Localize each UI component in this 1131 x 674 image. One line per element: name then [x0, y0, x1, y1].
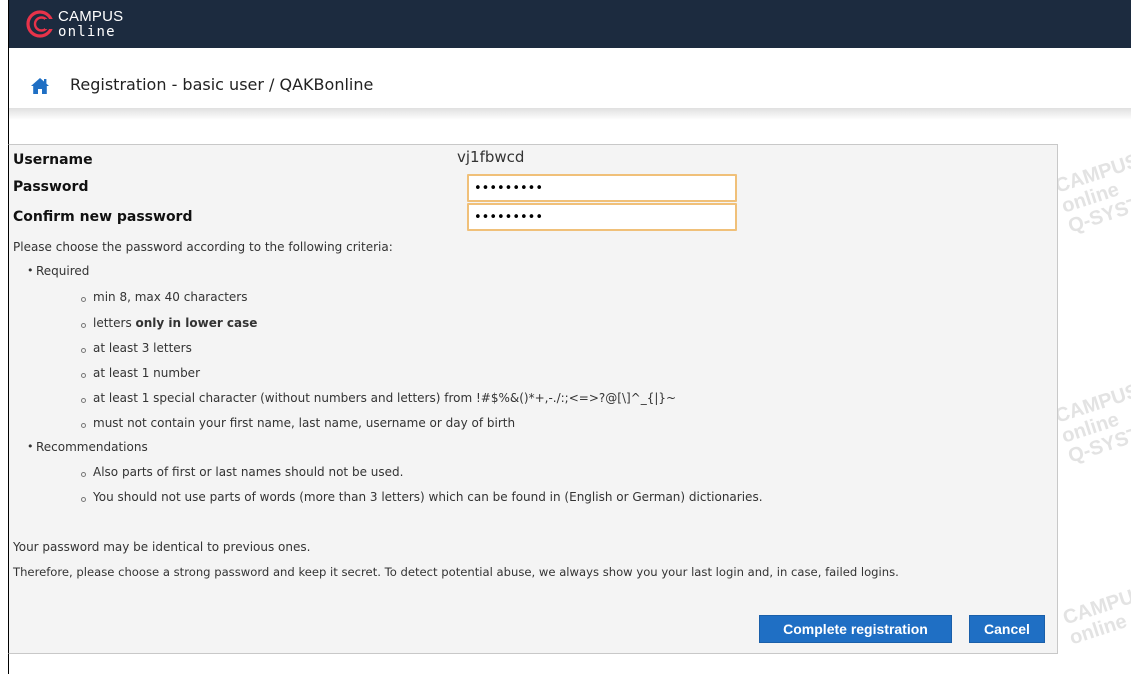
watermark-line: Q-SYSTEM — [1065, 184, 1131, 238]
required-item: at least 1 special character (without nu… — [93, 391, 677, 405]
top-bar: CAMPUS online — [8, 0, 1131, 48]
watermark-line: online — [1059, 408, 1122, 448]
username-label: Username — [13, 152, 93, 168]
confirm-password-row: Confirm new password ••••••••• — [9, 203, 1049, 231]
campus-online-logo[interactable]: CAMPUS online — [25, 8, 123, 40]
lowercase-emphasis: only in lower case — [135, 316, 258, 330]
watermark: CAMPUS online — [1060, 581, 1131, 650]
password-row: Password ••••••••• — [9, 174, 1049, 202]
confirm-password-input[interactable]: ••••••••• — [467, 203, 737, 231]
required-item: letters only in lower case — [93, 316, 257, 330]
criteria-intro: Please choose the password according to … — [13, 240, 393, 254]
password-label: Password — [13, 179, 89, 195]
watermark-line: online — [1059, 178, 1122, 218]
username-value: vj1fbwcd — [457, 148, 525, 166]
required-item-text: letters — [93, 316, 136, 330]
watermark-line: CAMPUS — [1052, 379, 1131, 428]
title-bar: Registration - basic user / QAKBonline — [8, 48, 1131, 120]
bullet-circle — [81, 348, 86, 353]
logo-campus-text: CAMPUS — [58, 8, 124, 25]
recommendation-item: You should not use parts of words (more … — [93, 490, 763, 504]
watermark-line: CAMPUS — [1052, 149, 1131, 198]
required-heading: Required — [36, 264, 90, 278]
identical-note: Your password may be identical to previo… — [13, 540, 311, 554]
required-item: at least 3 letters — [93, 341, 192, 355]
bullet-circle — [81, 398, 86, 403]
confirm-password-label: Confirm new password — [13, 209, 193, 225]
username-row: Username vj1fbwcd — [9, 148, 1049, 173]
watermark: CAMPUS online Q-SYSTEM — [1052, 375, 1131, 468]
password-input[interactable]: ••••••••• — [467, 174, 737, 202]
bullet-circle — [81, 423, 86, 428]
registration-panel: Username vj1fbwcd Password ••••••••• Con… — [8, 144, 1058, 654]
page-title: Registration - basic user / QAKBonline — [70, 75, 374, 94]
watermark-line: Q-SYSTEM — [1065, 414, 1131, 468]
complete-registration-button[interactable]: Complete registration — [759, 615, 952, 643]
recommendations-heading: Recommendations — [36, 440, 148, 454]
security-note: Therefore, please choose a strong passwo… — [13, 565, 899, 579]
bullet-circle — [81, 297, 86, 302]
cancel-button[interactable]: Cancel — [969, 615, 1045, 643]
logo-online-text: online — [58, 24, 116, 40]
required-item: must not contain your first name, last n… — [93, 416, 516, 430]
bullet-circle — [81, 323, 86, 328]
bullet-circle — [81, 373, 86, 378]
watermark-line: online — [1066, 610, 1130, 650]
logo-ring-icon — [26, 10, 55, 38]
bullet-circle — [81, 497, 86, 502]
bullet-dot: • — [27, 440, 34, 453]
required-item: min 8, max 40 characters — [93, 290, 248, 304]
watermark-line: CAMPUS — [1060, 581, 1131, 630]
logo-text: CAMPUS online — [58, 9, 123, 39]
bullet-circle — [81, 472, 86, 477]
recommendation-item: Also parts of first or last names should… — [93, 465, 404, 479]
watermark: CAMPUS online Q-SYSTEM — [1052, 145, 1131, 238]
required-item: at least 1 number — [93, 366, 200, 380]
home-icon[interactable] — [30, 77, 50, 95]
bullet-dot: • — [27, 264, 34, 277]
